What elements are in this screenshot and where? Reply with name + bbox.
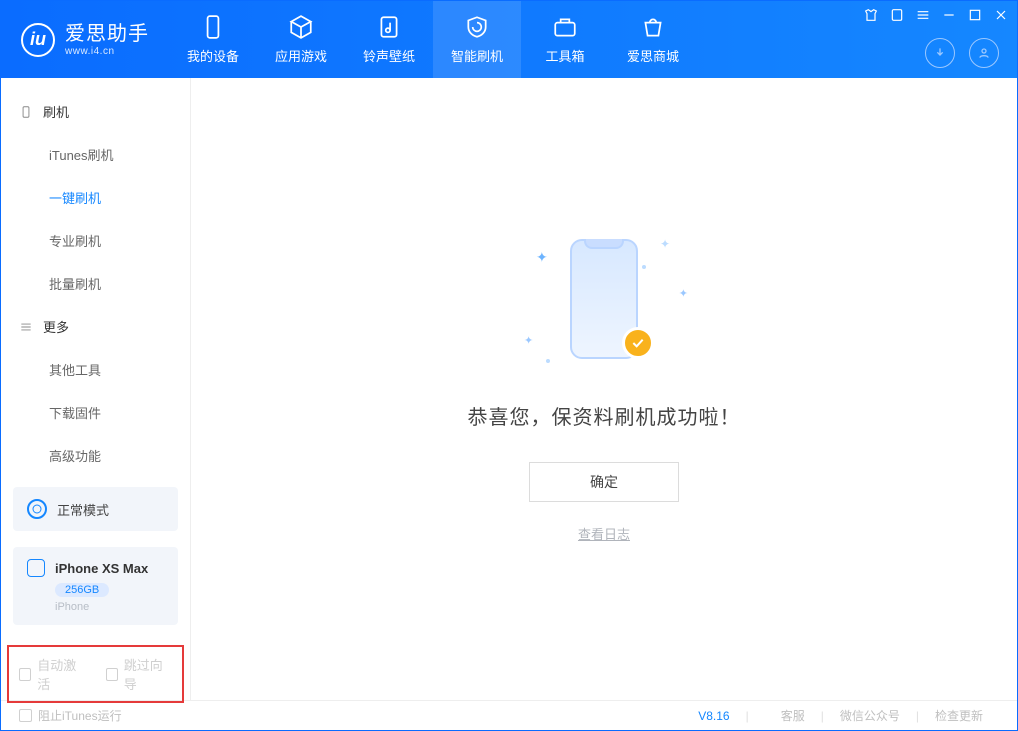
spark-icon: ✦ xyxy=(524,334,533,347)
tab-my-device[interactable]: 我的设备 xyxy=(169,1,257,78)
footer-support-link[interactable]: 客服 xyxy=(765,707,821,724)
device-panel: 正常模式 iPhone XS Max 256GB iPhone xyxy=(13,487,178,625)
sidebar-item-other-tools[interactable]: 其他工具 xyxy=(1,348,190,391)
app-logo: iu 爱思助手 www.i4.cn xyxy=(1,22,169,58)
footer-wechat-link[interactable]: 微信公众号 xyxy=(824,707,916,724)
close-icon[interactable] xyxy=(993,7,1009,23)
footer-label: 阻止iTunes运行 xyxy=(38,707,122,724)
dot-icon xyxy=(642,265,646,269)
tab-label: 爱思商城 xyxy=(627,46,679,65)
phone-icon xyxy=(19,105,33,119)
minimize-icon[interactable] xyxy=(941,7,957,23)
refresh-shield-icon xyxy=(464,14,490,40)
bag-icon xyxy=(640,14,666,40)
sidebar-item-oneclick-flash[interactable]: 一键刷机 xyxy=(1,176,190,219)
sidebar-item-pro-flash[interactable]: 专业刷机 xyxy=(1,219,190,262)
app-name: 爱思助手 xyxy=(65,22,149,46)
app-header: iu 爱思助手 www.i4.cn 我的设备 应用游戏 铃声壁纸 智能刷机 工具… xyxy=(1,1,1017,78)
checkbox-icon xyxy=(19,668,31,681)
shirt-icon[interactable] xyxy=(863,7,879,23)
window-controls xyxy=(863,7,1009,23)
tab-label: 工具箱 xyxy=(545,46,584,65)
device-capacity: 256GB xyxy=(55,583,109,597)
sidebar-item-advanced[interactable]: 高级功能 xyxy=(1,434,190,477)
sidebar-group-flash: 刷机 xyxy=(1,90,190,133)
tab-store[interactable]: 爱思商城 xyxy=(609,1,697,78)
tab-label: 智能刷机 xyxy=(451,46,503,65)
mode-label: 正常模式 xyxy=(57,500,109,519)
option-label: 跳过向导 xyxy=(124,655,172,693)
device-type: iPhone xyxy=(55,601,164,613)
spark-icon: ✦ xyxy=(536,249,548,266)
spark-icon: ✦ xyxy=(679,287,688,300)
view-log-link[interactable]: 查看日志 xyxy=(578,524,630,543)
device-name: iPhone XS Max xyxy=(55,561,148,576)
dot-icon xyxy=(546,359,550,363)
flash-options: 自动激活 跳过向导 xyxy=(7,645,184,703)
tab-smart-flash[interactable]: 智能刷机 xyxy=(433,1,521,78)
footer-update-link[interactable]: 检查更新 xyxy=(919,707,999,724)
music-file-icon xyxy=(376,14,402,40)
success-message: 恭喜您，保资料刷机成功啦！ xyxy=(468,401,741,430)
nav-tabs: 我的设备 应用游戏 铃声壁纸 智能刷机 工具箱 爱思商城 xyxy=(169,1,697,78)
list-icon xyxy=(19,320,33,334)
result-illustration: ✦ ✦ ✦ ✦ xyxy=(524,235,684,365)
checkbox-auto-activate[interactable]: 自动激活 xyxy=(19,655,86,693)
maximize-icon[interactable] xyxy=(967,7,983,23)
spark-icon: ✦ xyxy=(660,237,670,251)
group-title: 刷机 xyxy=(43,102,69,121)
checkbox-skip-guide[interactable]: 跳过向导 xyxy=(106,655,173,693)
tab-label: 应用游戏 xyxy=(275,46,327,65)
toolbox-icon xyxy=(552,14,578,40)
mode-card[interactable]: 正常模式 xyxy=(13,487,178,531)
device-phone-icon xyxy=(27,559,45,577)
user-button[interactable] xyxy=(969,38,999,68)
checkbox-icon xyxy=(106,668,118,681)
tab-apps-games[interactable]: 应用游戏 xyxy=(257,1,345,78)
cube-icon xyxy=(288,14,314,40)
sidebar-item-download-firmware[interactable]: 下载固件 xyxy=(1,391,190,434)
checkbox-block-itunes[interactable]: 阻止iTunes运行 xyxy=(19,707,122,724)
tab-toolbox[interactable]: 工具箱 xyxy=(521,1,609,78)
sync-icon xyxy=(27,499,47,519)
tab-label: 铃声壁纸 xyxy=(363,46,415,65)
sidebar-item-batch-flash[interactable]: 批量刷机 xyxy=(1,262,190,305)
logo-icon: iu xyxy=(21,23,55,57)
tab-label: 我的设备 xyxy=(187,46,239,65)
main-content: ✦ ✦ ✦ ✦ 恭喜您，保资料刷机成功啦！ 确定 查看日志 xyxy=(191,78,1017,700)
checkbox-icon xyxy=(19,709,32,722)
ok-button[interactable]: 确定 xyxy=(529,462,679,502)
menu-icon[interactable] xyxy=(915,7,931,23)
note-icon[interactable] xyxy=(889,7,905,23)
download-button[interactable] xyxy=(925,38,955,68)
device-card[interactable]: iPhone XS Max 256GB iPhone xyxy=(13,547,178,625)
sidebar-item-itunes-flash[interactable]: iTunes刷机 xyxy=(1,133,190,176)
option-label: 自动激活 xyxy=(37,655,85,693)
sidebar-group-more: 更多 xyxy=(1,305,190,348)
footer-bar: 阻止iTunes运行 V8.16 | 客服 | 微信公众号 | 检查更新 xyxy=(1,700,1017,730)
app-url: www.i4.cn xyxy=(65,46,149,58)
header-actions xyxy=(925,38,999,68)
group-title: 更多 xyxy=(43,317,69,336)
tab-ringtones-wallpapers[interactable]: 铃声壁纸 xyxy=(345,1,433,78)
app-body: 刷机 iTunes刷机 一键刷机 专业刷机 批量刷机 更多 其他工具 下载固件 … xyxy=(1,78,1017,700)
device-icon xyxy=(200,14,226,40)
sidebar: 刷机 iTunes刷机 一键刷机 专业刷机 批量刷机 更多 其他工具 下载固件 … xyxy=(1,78,191,700)
check-badge-icon xyxy=(622,327,654,359)
version-label: V8.16 xyxy=(698,709,729,723)
